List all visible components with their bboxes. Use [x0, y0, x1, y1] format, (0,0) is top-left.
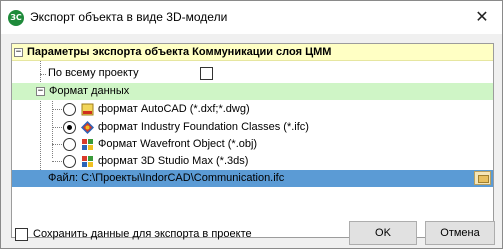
whole-project-row: По всему проекту	[12, 65, 493, 82]
format-radio-3dsmax[interactable]	[63, 155, 76, 168]
title-bar: ЗС Экспорт объекта в виде 3D-модели ✕	[1, 1, 502, 34]
ok-button[interactable]: OK	[349, 221, 417, 245]
cancel-button[interactable]: Отмена	[425, 221, 495, 245]
app-logo-icon: ЗС	[8, 10, 24, 26]
file-path-label: Файл: C:\Проекты\IndorCAD\Communication.…	[48, 172, 285, 184]
file-path-row[interactable]: Файл: C:\Проекты\IndorCAD\Communication.…	[12, 170, 493, 187]
export-parameters-tree: − Параметры экспорта объекта Коммуникаци…	[11, 43, 494, 238]
format-label-ifc: формат Industry Foundation Classes (*.if…	[98, 121, 309, 133]
format-option-row[interactable]: Формат Wavefront Object (*.obj)	[12, 136, 493, 153]
export-dialog: ЗС Экспорт объекта в виде 3D-модели ✕ − …	[0, 0, 503, 249]
format-radio-ifc[interactable]	[63, 121, 76, 134]
3dsmax-icon	[82, 156, 93, 167]
save-for-project-checkbox[interactable]	[15, 228, 28, 241]
format-group-label: Формат данных	[49, 85, 130, 97]
parameters-header-row[interactable]: − Параметры экспорта объекта Коммуникаци…	[12, 44, 493, 61]
collapse-icon[interactable]: −	[36, 87, 45, 96]
collapse-icon[interactable]: −	[14, 48, 23, 57]
format-option-row[interactable]: формат Industry Foundation Classes (*.if…	[12, 119, 493, 136]
format-label-autocad: формат AutoCAD (*.dxf;*.dwg)	[98, 103, 250, 115]
close-button[interactable]: ✕	[472, 7, 492, 27]
format-group-row[interactable]: − Формат данных	[12, 83, 493, 100]
folder-browse-icon[interactable]	[474, 171, 491, 185]
ifc-icon	[81, 121, 94, 134]
wavefront-icon	[82, 139, 93, 150]
format-radio-autocad[interactable]	[63, 103, 76, 116]
format-radio-wavefront[interactable]	[63, 138, 76, 151]
format-label-wavefront: Формат Wavefront Object (*.obj)	[98, 138, 258, 150]
format-label-3dsmax: формат 3D Studio Max (*.3ds)	[98, 155, 249, 167]
format-option-row[interactable]: формат AutoCAD (*.dxf;*.dwg)	[12, 101, 493, 118]
whole-project-checkbox[interactable]	[200, 67, 213, 80]
whole-project-label: По всему проекту	[48, 67, 139, 79]
format-option-row[interactable]: формат 3D Studio Max (*.3ds)	[12, 153, 493, 170]
save-for-project-label: Сохранить данные для экспорта в проекте	[33, 228, 252, 240]
dialog-title: Экспорт объекта в виде 3D-модели	[30, 10, 228, 24]
parameters-header-label: Параметры экспорта объекта Коммуникации …	[27, 46, 332, 58]
autocad-icon	[81, 103, 94, 116]
